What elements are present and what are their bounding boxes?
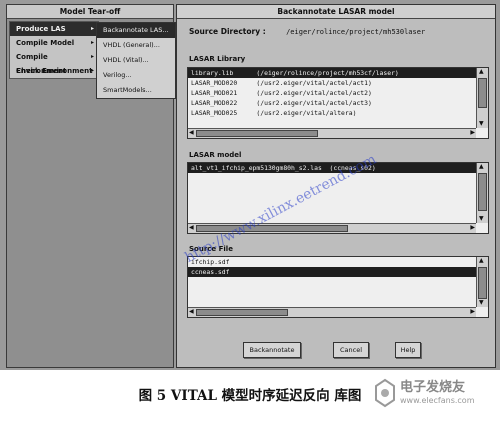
- logo-icon: [375, 378, 395, 408]
- submenu-arrow-icon: ▸: [90, 39, 94, 46]
- tearoff-menu: Produce LAS ▸ Compile Model ▸ Compile En…: [9, 21, 99, 79]
- list-rows: library.lib (/eiger/rolince/project/mh53…: [188, 68, 476, 128]
- logo-url: www.elecfans.com: [400, 396, 475, 405]
- cancel-button[interactable]: Cancel: [333, 342, 369, 358]
- dialog-title: Backannotate LASAR model: [177, 5, 495, 19]
- scroll-left-icon[interactable]: ◀: [189, 224, 194, 232]
- vertical-scrollbar[interactable]: ▲ ▼: [476, 68, 488, 128]
- submenu-arrow-icon: ▸: [90, 67, 94, 74]
- submenu-arrow-icon: ▸: [90, 25, 94, 32]
- menu-compile-model[interactable]: Compile Model ▸: [10, 36, 98, 50]
- backannotate-button[interactable]: Backannotate: [243, 342, 301, 358]
- site-logo: 电子发烧友 www.elecfans.com: [372, 372, 492, 416]
- scroll-down-icon[interactable]: ▼: [479, 120, 484, 128]
- lasar-library-list[interactable]: library.lib (/eiger/rolince/project/mh53…: [187, 67, 489, 139]
- scroll-left-icon[interactable]: ◀: [189, 129, 194, 137]
- submenu-vhdl-vital[interactable]: VHDL (Vital)...: [97, 53, 175, 68]
- screenshot-area: Model Tear-off Produce LAS ▸ Compile Mod…: [0, 0, 500, 370]
- logo-text: 电子发烧友: [400, 380, 466, 395]
- menu-check-environment[interactable]: Check Environment ▸: [10, 64, 98, 78]
- scroll-thumb[interactable]: [196, 225, 348, 232]
- source-directory-row: Source Directory : /eiger/rolince/projec…: [189, 27, 425, 36]
- lasar-model-label: LASAR model: [189, 151, 242, 159]
- submenu-arrow-icon: ▸: [90, 53, 94, 60]
- scroll-thumb[interactable]: [196, 309, 288, 316]
- scroll-down-icon[interactable]: ▼: [479, 299, 484, 307]
- list-item[interactable]: LASAR_MOD022 (/usr2.eiger/vital/actel/ac…: [188, 98, 476, 108]
- menu-item-label: Produce LAS: [16, 25, 66, 33]
- menu-item-label: Check Environment: [16, 67, 93, 75]
- source-file-list[interactable]: ifchip.sdf ccneas.sdf ▲ ▼ ◀ ▶: [187, 256, 489, 318]
- produce-las-submenu: Backannotate LAS... VHDL (General)... VH…: [96, 22, 176, 99]
- scroll-up-icon[interactable]: ▲: [479, 68, 484, 76]
- menu-item-label: Compile Model: [16, 39, 75, 47]
- scroll-right-icon[interactable]: ▶: [470, 224, 475, 232]
- list-rows: ifchip.sdf ccneas.sdf: [188, 257, 476, 307]
- submenu-vhdl-general[interactable]: VHDL (General)...: [97, 38, 175, 53]
- scroll-up-icon[interactable]: ▲: [479, 163, 484, 171]
- menu-produce-las[interactable]: Produce LAS ▸: [10, 22, 98, 36]
- vertical-scrollbar[interactable]: ▲ ▼: [476, 163, 488, 223]
- scroll-left-icon[interactable]: ◀: [189, 308, 194, 316]
- scroll-down-icon[interactable]: ▼: [479, 215, 484, 223]
- source-directory-value: /eiger/rolince/project/mh530laser: [286, 28, 426, 36]
- scroll-right-icon[interactable]: ▶: [470, 129, 475, 137]
- horizontal-scrollbar[interactable]: ◀ ▶: [188, 307, 476, 317]
- list-item[interactable]: ccneas.sdf: [188, 267, 476, 277]
- scroll-thumb[interactable]: [478, 78, 487, 108]
- submenu-smartmodels[interactable]: SmartModels...: [97, 83, 175, 98]
- scroll-up-icon[interactable]: ▲: [479, 257, 484, 265]
- list-item[interactable]: LASAR_MOD025 (/usr2.eiger/vital/altera): [188, 108, 476, 118]
- source-directory-label: Source Directory :: [189, 27, 266, 36]
- submenu-verilog[interactable]: Verilog...: [97, 68, 175, 83]
- submenu-backannotate-las[interactable]: Backannotate LAS...: [97, 23, 175, 38]
- list-item[interactable]: LASAR_MOD020 (/usr2.eiger/vital/actel/ac…: [188, 78, 476, 88]
- scroll-thumb[interactable]: [478, 173, 487, 211]
- scroll-right-icon[interactable]: ▶: [470, 308, 475, 316]
- list-item[interactable]: library.lib (/eiger/rolince/project/mh53…: [188, 68, 476, 78]
- list-item[interactable]: ifchip.sdf: [188, 257, 476, 267]
- tearoff-title: Model Tear-off: [7, 5, 173, 19]
- horizontal-scrollbar[interactable]: ◀ ▶: [188, 128, 476, 138]
- help-button[interactable]: Help: [395, 342, 421, 358]
- list-item[interactable]: LASAR_MOD021 (/usr2.eiger/vital/actel/ac…: [188, 88, 476, 98]
- lasar-library-label: LASAR Library: [189, 55, 246, 63]
- menu-compile-environment[interactable]: Compile Environment ▸: [10, 50, 98, 75]
- scroll-thumb[interactable]: [478, 267, 487, 299]
- scroll-thumb[interactable]: [196, 130, 318, 137]
- vertical-scrollbar[interactable]: ▲ ▼: [476, 257, 488, 307]
